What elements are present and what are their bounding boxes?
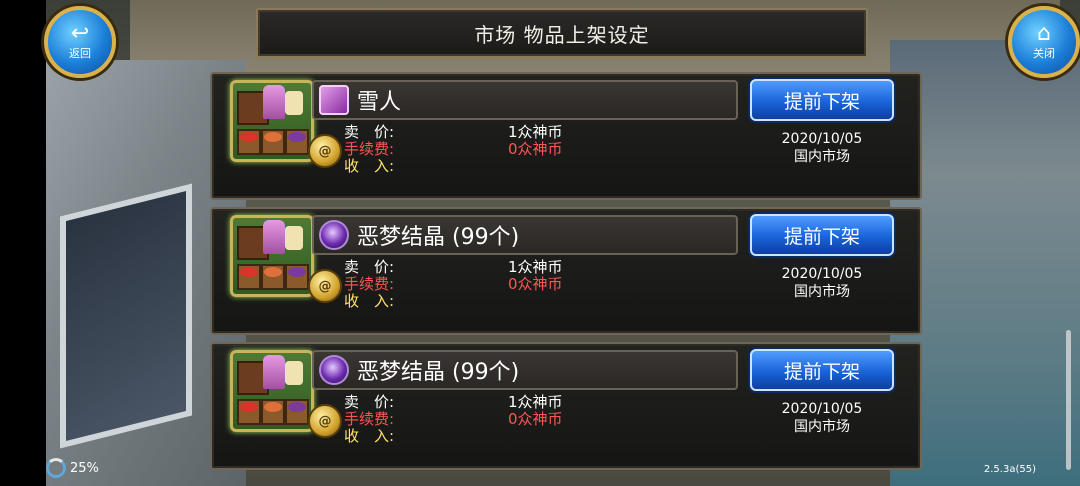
income-label: 收 入: xyxy=(344,157,395,175)
listing-market: 国内市场 xyxy=(794,149,850,165)
fee-value: 0众神币 xyxy=(508,275,563,293)
price-label: 卖 价: xyxy=(344,258,395,276)
price-labels: 卖 价: 手续费: 收 入: xyxy=(344,259,394,310)
listing-date: 2020/10/05 xyxy=(781,401,863,417)
battery-indicator: 25% xyxy=(46,458,99,478)
coin-icon: @ xyxy=(308,134,342,168)
listing-panel: @ 恶梦结晶 (99个) 提前下架 卖 价: 手续费: 收 入: 1众神币 0众… xyxy=(210,207,922,335)
list-scrollbar[interactable] xyxy=(1066,330,1071,470)
close-button[interactable]: ⌂ 关闭 xyxy=(1008,6,1080,78)
background-window xyxy=(60,183,192,449)
price-labels: 卖 价: 手续费: 收 入: xyxy=(344,394,394,445)
battery-ring-icon xyxy=(46,458,66,478)
purple-orb-icon xyxy=(319,355,349,385)
fee-value: 0众神币 xyxy=(508,140,563,158)
battery-level: 25% xyxy=(70,460,99,476)
listing-meta: 2020/10/05 国内市场 xyxy=(772,265,872,301)
price-labels: 卖 价: 手续费: 收 入: xyxy=(344,124,394,175)
price-label: 卖 价: xyxy=(344,123,395,141)
fee-value: 0众神币 xyxy=(508,410,563,428)
income-label: 收 入: xyxy=(344,292,395,310)
delist-early-button[interactable]: 提前下架 xyxy=(750,214,894,256)
listing-meta: 2020/10/05 国内市场 xyxy=(772,130,872,166)
item-name-bar: 恶梦结晶 (99个) xyxy=(312,350,738,390)
back-button-label: 返回 xyxy=(69,47,91,60)
item-name-bar: 恶梦结晶 (99个) xyxy=(312,215,738,255)
version-label: 2.5.3a(55) xyxy=(983,464,1036,475)
fee-label: 手续费: xyxy=(344,410,395,428)
item-name: 恶梦结晶 (99个) xyxy=(357,225,520,250)
page-title: 市场 物品上架设定 xyxy=(474,22,650,47)
delist-early-button[interactable]: 提前下架 xyxy=(750,349,894,391)
price-value: 1众神币 xyxy=(508,123,563,141)
item-name: 雪人 xyxy=(357,90,402,115)
purple-orb-icon xyxy=(319,220,349,250)
income-label: 收 入: xyxy=(344,427,395,445)
gift-box-icon xyxy=(319,85,349,115)
delist-early-button[interactable]: 提前下架 xyxy=(750,79,894,121)
price-label: 卖 价: xyxy=(344,393,395,411)
price-value: 1众神币 xyxy=(508,258,563,276)
title-bar: 市场 物品上架设定 xyxy=(256,8,868,58)
fee-label: 手续费: xyxy=(344,140,395,158)
listing-market: 国内市场 xyxy=(794,419,850,435)
market-stall-icon xyxy=(230,350,314,432)
listing-date: 2020/10/05 xyxy=(781,266,863,282)
return-arrow-icon: ↩ xyxy=(70,21,90,46)
coin-icon: @ xyxy=(308,404,342,438)
price-values: 1众神币 0众神币 xyxy=(508,394,563,428)
fee-label: 手续费: xyxy=(344,275,395,293)
listing-market: 国内市场 xyxy=(794,284,850,300)
market-stall-icon xyxy=(230,215,314,297)
item-name: 恶梦结晶 (99个) xyxy=(357,360,520,385)
coin-icon: @ xyxy=(308,269,342,303)
listing-panel: @ 雪人 提前下架 卖 价: 手续费: 收 入: 1众神币 0众神币 2020/… xyxy=(210,72,922,200)
home-icon: ⌂ xyxy=(1037,21,1051,46)
listing-panel: @ 恶梦结晶 (99个) 提前下架 卖 价: 手续费: 收 入: 1众神币 0众… xyxy=(210,342,922,470)
close-button-label: 关闭 xyxy=(1033,47,1055,60)
listing-meta: 2020/10/05 国内市场 xyxy=(772,400,872,436)
price-values: 1众神币 0众神币 xyxy=(508,259,563,293)
price-values: 1众神币 0众神币 xyxy=(508,124,563,158)
back-button[interactable]: ↩ 返回 xyxy=(44,6,116,78)
price-value: 1众神币 xyxy=(508,393,563,411)
item-name-bar: 雪人 xyxy=(312,80,738,120)
listing-date: 2020/10/05 xyxy=(781,131,863,147)
left-letterbox xyxy=(0,0,46,486)
market-stall-icon xyxy=(230,80,314,162)
